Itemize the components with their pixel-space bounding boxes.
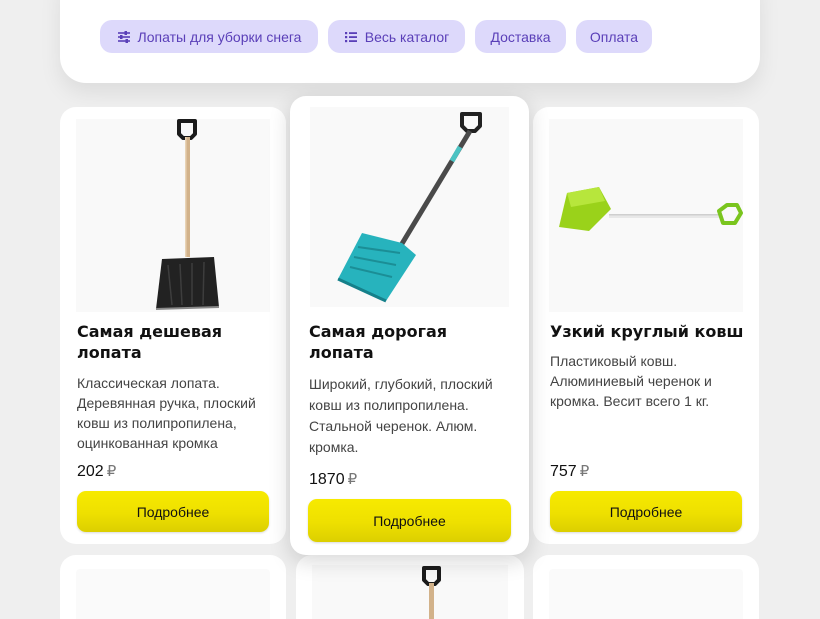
product-title: Самая дорогая лопата — [309, 322, 448, 362]
filter-sliders-icon — [117, 30, 131, 44]
product-title: Самая дешевая лопата — [77, 322, 223, 362]
filter-chip-payment[interactable]: Оплата — [576, 20, 652, 53]
filter-chip-catalog[interactable]: Весь каталог — [328, 20, 465, 53]
filter-chip-shovels[interactable]: Лопаты для уборки снега — [100, 20, 318, 53]
filter-chip-catalog-label: Весь каталог — [364, 28, 450, 45]
filter-chip-payment-label: Оплата — [589, 28, 639, 45]
filter-chip-delivery[interactable]: Доставка — [475, 20, 566, 53]
product-price: 202 ₽ — [77, 462, 116, 481]
price-value: 1870 — [309, 471, 345, 488]
product-card-partial — [296, 555, 524, 619]
list-icon — [344, 30, 358, 44]
ruble-sign: ₽ — [579, 463, 590, 480]
product-image-black-shovel — [76, 119, 270, 312]
filter-chip-shovels-label: Лопаты для уборки снега — [137, 28, 302, 45]
details-button[interactable]: Подробнее — [550, 491, 742, 532]
product-price: 1870 ₽ — [309, 470, 357, 489]
ruble-sign: ₽ — [106, 463, 117, 480]
product-card: Самая дешевая лопата Классическая лопата… — [60, 107, 286, 544]
product-card-partial — [60, 555, 286, 619]
product-card-featured: Самая дорогая лопата Широкий, глубокий, … — [290, 96, 529, 555]
product-description: Пластиковый ковш. Алюминиевый черенок и … — [550, 353, 712, 409]
ruble-sign: ₽ — [347, 471, 358, 488]
filter-panel: Лопаты для уборки снега Весь каталог Дос… — [60, 0, 760, 83]
product-image-placeholder — [76, 569, 270, 619]
price-value: 202 — [77, 463, 104, 480]
details-button[interactable]: Подробнее — [308, 499, 511, 542]
price-value: 757 — [550, 463, 577, 480]
product-price: 757 ₽ — [550, 462, 589, 481]
product-card-partial — [533, 555, 759, 619]
details-button[interactable]: Подробнее — [77, 491, 269, 532]
product-description: Широкий, глубокий, плоский ковш из полип… — [309, 376, 493, 455]
product-image-teal-shovel — [310, 107, 509, 307]
product-description: Классическая лопата. Деревянная ручка, п… — [77, 375, 256, 451]
filter-chip-delivery-label: Доставка — [490, 28, 551, 45]
product-image-green-shovel — [549, 119, 743, 312]
product-card: Узкий круглый ковш Пластиковый ковш. Алю… — [533, 107, 759, 544]
product-image-placeholder — [549, 569, 743, 619]
product-title: Узкий круглый ковш — [550, 322, 744, 341]
product-image-shovel-partial — [312, 565, 508, 619]
